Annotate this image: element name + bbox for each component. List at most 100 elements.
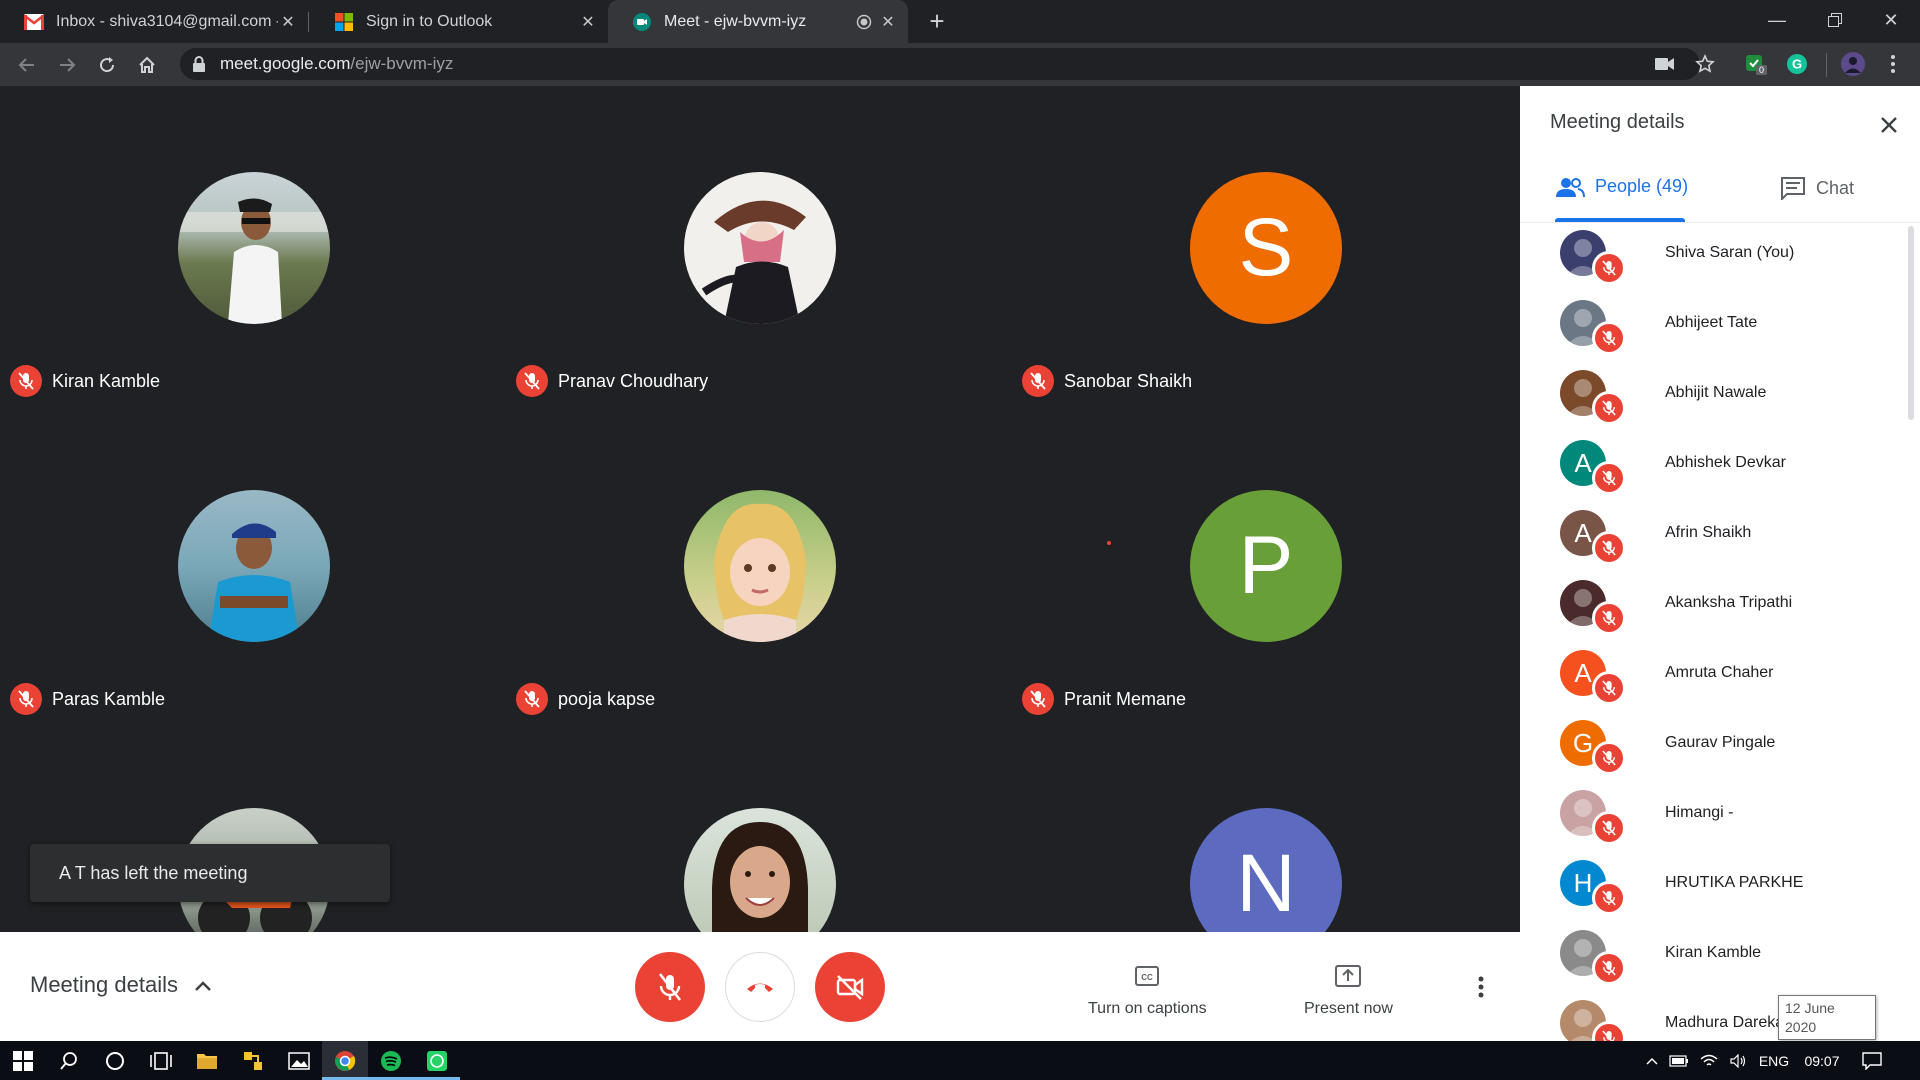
present-now-button[interactable]: Present now — [1304, 960, 1393, 1018]
participant-tile[interactable]: pooja kapse — [506, 404, 1012, 722]
meeting-details-toggle[interactable]: Meeting details — [30, 972, 212, 998]
participant-tile[interactable]: Pranav Choudhary — [506, 86, 1012, 404]
chevron-up-icon[interactable] — [1640, 1057, 1664, 1065]
task-view-icon[interactable] — [138, 1041, 184, 1080]
grammarly-icon[interactable]: G — [1784, 51, 1810, 77]
participant-list-item[interactable]: Abhijit Nawale — [1520, 363, 1900, 433]
back-button[interactable] — [12, 50, 42, 80]
meet-video-grid: Kiran Kamble Pranav Choudhary S Sanobar … — [0, 86, 1520, 932]
participant-name-label: Kiran Kamble — [10, 365, 160, 397]
participant-list-item[interactable]: Shiva Saran (You) — [1520, 223, 1900, 293]
camera-toggle-button[interactable] — [815, 952, 885, 1022]
bookmark-star-icon[interactable] — [1692, 51, 1718, 77]
tab-meet[interactable]: Meet - ejw-bvvm-iyz ✕ — [608, 0, 908, 43]
participant-list-item[interactable]: A Amruta Chaher — [1520, 643, 1900, 713]
captions-button[interactable]: CC Turn on captions — [1088, 960, 1207, 1018]
participant-name-label: Pranit Memane — [1022, 683, 1186, 715]
participant-name: Kiran Kamble — [52, 370, 161, 391]
profile-avatar[interactable] — [1840, 51, 1866, 77]
whatsapp-icon[interactable] — [414, 1041, 460, 1080]
browser-tab-bar: Inbox - shiva3104@gmail.com - G ✕ Sign i… — [0, 0, 1920, 43]
meeting-details-panel: Meeting details People (49) Chat Shiva S… — [1520, 86, 1920, 1041]
mic-off-icon — [1592, 1021, 1626, 1041]
close-tab-icon[interactable]: ✕ — [878, 12, 898, 32]
microsoft-icon — [334, 12, 354, 32]
url-path: /ejw-bvvm-iyz — [350, 54, 454, 73]
search-icon[interactable] — [46, 1041, 92, 1080]
omnibox[interactable]: meet.google.com/ejw-bvvm-iyz — [180, 48, 1700, 80]
recording-indicator-icon — [854, 12, 874, 32]
microphone-toggle-button[interactable] — [635, 952, 705, 1022]
close-tab-icon[interactable]: ✕ — [278, 12, 298, 32]
tab-chat[interactable]: Chat — [1780, 176, 1854, 200]
participant-tile[interactable] — [506, 722, 1012, 932]
close-icon[interactable] — [1874, 110, 1904, 140]
camera-permission-icon[interactable] — [1652, 51, 1678, 77]
battery-icon[interactable] — [1664, 1054, 1694, 1067]
spotify-icon[interactable] — [368, 1041, 414, 1080]
participant-list-item[interactable]: Akanksha Tripathi — [1520, 573, 1900, 643]
url-text: meet.google.com/ejw-bvvm-iyz — [220, 54, 453, 74]
mic-off-icon — [1592, 811, 1626, 845]
language-indicator[interactable]: ENG — [1754, 1053, 1794, 1069]
participant-photo — [684, 808, 836, 932]
app-icon-yellow[interactable] — [230, 1041, 276, 1080]
participant-name: Kiran Kamble — [1665, 944, 1762, 961]
avatar-letter: G — [1572, 727, 1594, 758]
mic-off-icon — [1022, 683, 1054, 715]
volume-icon[interactable] — [1724, 1053, 1754, 1068]
participant-list-item[interactable]: Kiran Kamble — [1520, 923, 1900, 993]
participant-name-label: pooja kapse — [516, 683, 655, 715]
participant-list-item[interactable]: G Gaurav Pingale — [1520, 713, 1900, 783]
participant-list-item[interactable]: A Afrin Shaikh — [1520, 503, 1900, 573]
tab-outlook[interactable]: Sign in to Outlook ✕ — [310, 0, 608, 43]
more-options-icon[interactable] — [1466, 972, 1496, 1002]
close-tab-icon[interactable]: ✕ — [578, 12, 598, 32]
participant-list-item[interactable]: Abhijeet Tate — [1520, 293, 1900, 363]
participant-letter-avatar: S — [1190, 172, 1342, 324]
mic-off-icon — [1592, 671, 1626, 705]
tab-people[interactable]: People (49) — [1555, 176, 1688, 197]
clock-time[interactable]: 09:07 — [1794, 1053, 1850, 1069]
meet-icon — [632, 12, 652, 32]
reload-button[interactable] — [92, 50, 122, 80]
toolbar-divider — [1826, 53, 1827, 77]
file-explorer-icon[interactable] — [184, 1041, 230, 1080]
wifi-icon[interactable] — [1694, 1054, 1724, 1068]
participant-list-item[interactable]: Himangi - — [1520, 783, 1900, 853]
chevron-up-icon — [194, 972, 212, 998]
avatar-letter: A — [1574, 447, 1592, 478]
participant-list-item[interactable]: H HRUTIKA PARKHE — [1520, 853, 1900, 923]
windows-start-icon[interactable] — [0, 1041, 46, 1080]
participant-list-item[interactable]: A Abhishek Devkar — [1520, 433, 1900, 503]
restore-button[interactable] — [1806, 0, 1864, 40]
forward-button[interactable] — [52, 50, 82, 80]
new-tab-button[interactable]: + — [922, 6, 952, 36]
present-screen-icon — [1335, 960, 1362, 992]
home-button[interactable] — [132, 50, 162, 80]
avatar-letter: S — [1238, 202, 1294, 293]
leave-call-button[interactable] — [725, 952, 795, 1022]
address-bar-row: meet.google.com/ejw-bvvm-iyz 0 G — [0, 43, 1920, 86]
chrome-menu-icon[interactable] — [1880, 51, 1906, 77]
mic-off-icon — [516, 365, 548, 397]
participant-tile[interactable]: Kiran Kamble — [0, 86, 506, 404]
chrome-taskbar-icon[interactable] — [322, 1041, 368, 1080]
participant-tile[interactable]: P Pranit Memane — [1012, 404, 1518, 722]
participant-tile[interactable]: Paras Kamble — [0, 404, 506, 722]
svg-text:CC: CC — [1142, 973, 1154, 982]
cursor-dot — [1107, 541, 1111, 545]
close-window-button[interactable]: ✕ — [1862, 0, 1920, 40]
notifications-icon[interactable] — [1850, 1051, 1894, 1070]
people-scrollbar[interactable] — [1908, 226, 1914, 420]
extension-check-icon[interactable]: 0 — [1742, 51, 1768, 77]
photos-icon[interactable] — [276, 1041, 322, 1080]
cortana-icon[interactable] — [92, 1041, 138, 1080]
participant-name: Akanksha Tripathi — [1665, 594, 1793, 611]
participant-tile[interactable]: N — [1012, 722, 1518, 932]
minimize-button[interactable]: — — [1748, 0, 1806, 40]
toast-text: A T has left the meeting — [59, 862, 248, 883]
tab-gmail[interactable]: Inbox - shiva3104@gmail.com - G ✕ — [0, 0, 308, 43]
participant-tile[interactable]: S Sanobar Shaikh — [1012, 86, 1518, 404]
meeting-controls-bar: Meeting details CC Turn on captions Pres… — [0, 932, 1520, 1041]
